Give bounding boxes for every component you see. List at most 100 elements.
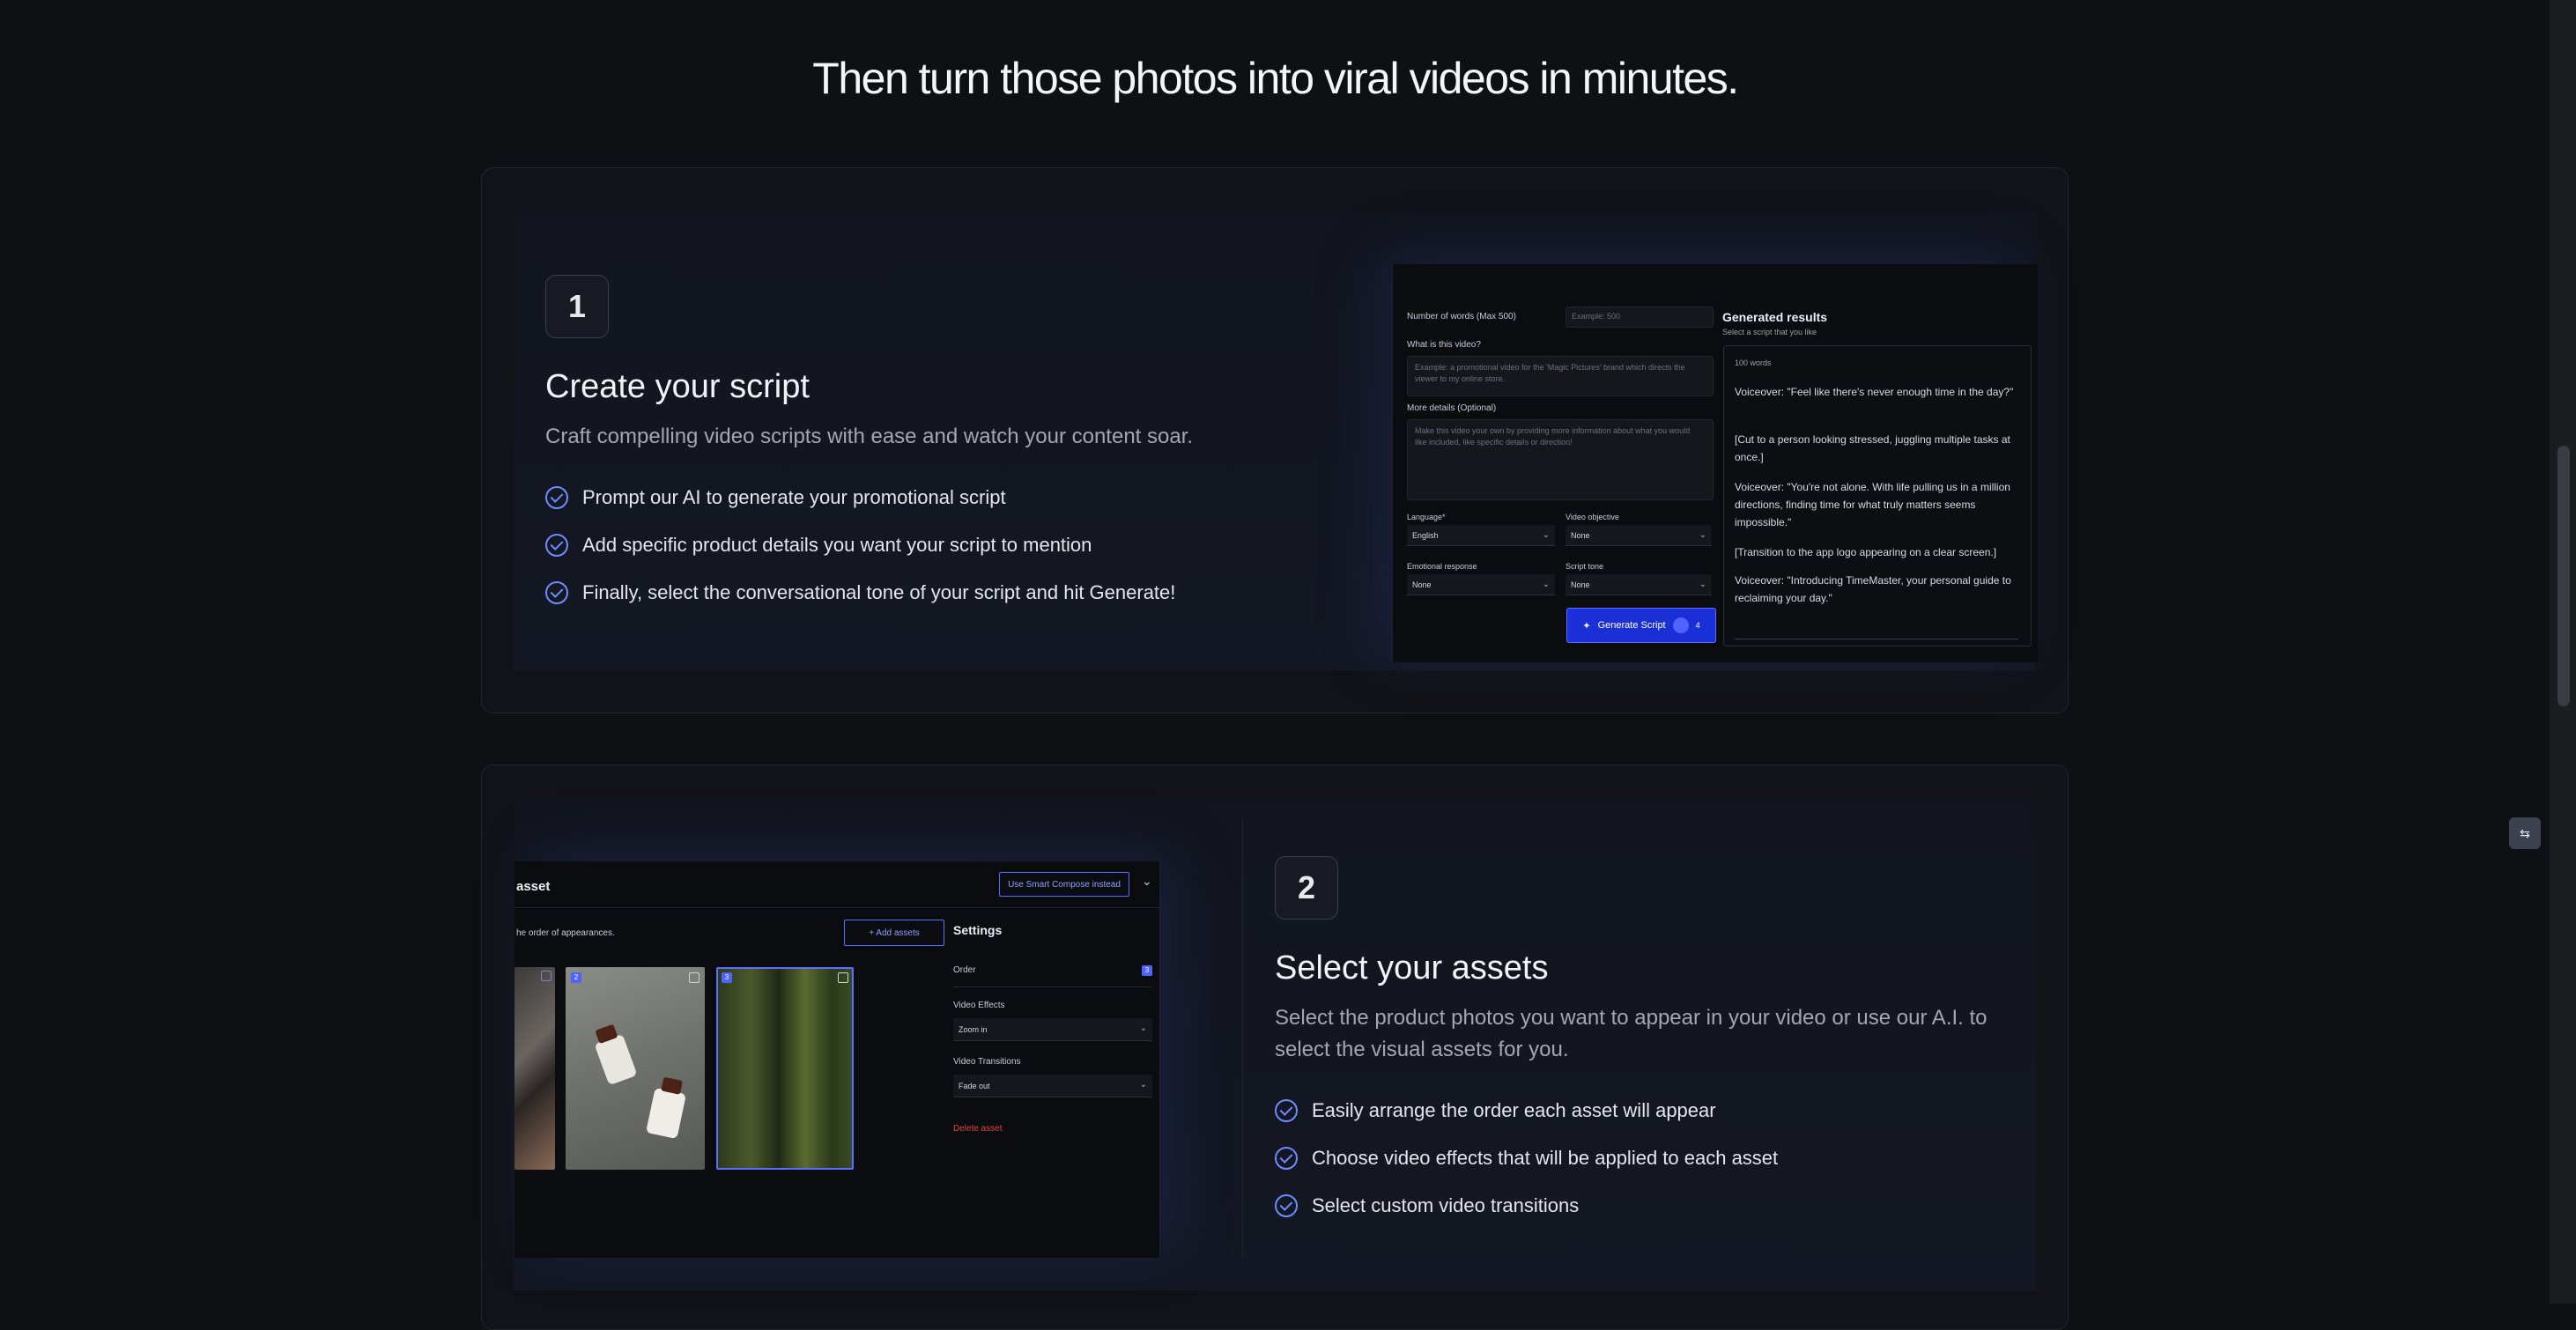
list-item-label: Easily arrange the order each asset will…	[1312, 1099, 1716, 1121]
asset-thumbnail-selected: 3	[716, 967, 854, 1170]
bottle-image	[645, 1076, 687, 1140]
language-label: Language*	[1407, 513, 1446, 521]
checkbox-icon	[838, 972, 848, 983]
chevron-down-icon: ⌄	[1699, 580, 1706, 589]
transitions-value: Fade out	[959, 1081, 990, 1090]
transitions-select: Fade out ⌄	[953, 1075, 1152, 1097]
step-number-badge: 1	[545, 275, 609, 338]
asset-order-number: 2	[571, 972, 581, 983]
result-paragraph: Voiceover: "You're not alone. With life …	[1735, 481, 2010, 528]
order-value: 3	[1142, 965, 1152, 976]
sparkle-icon: ✦	[1582, 620, 1591, 632]
tone-value: None	[1571, 580, 1590, 589]
list-item-label: Choose video effects that will be applie…	[1312, 1147, 1779, 1169]
objective-label: Video objective	[1566, 513, 1619, 521]
tone-select: None ⌄	[1566, 574, 1712, 595]
order-hint: he order of appearances.	[516, 928, 615, 938]
step-description: Select the product photos you want to ap…	[1275, 1006, 1988, 1061]
generate-count: 4	[1695, 621, 1700, 630]
list-item: Select custom video transitions	[1275, 1182, 1778, 1230]
check-circle-icon	[545, 486, 568, 509]
result-paragraph: [Cut to a person looking stressed, juggl…	[1735, 433, 2010, 463]
words-placeholder: Example: 500	[1572, 312, 1621, 321]
results-count: 100 words	[1735, 358, 1772, 367]
check-circle-icon	[1275, 1194, 1298, 1217]
asset-order-number: 3	[722, 972, 732, 983]
asset-thumbnail	[514, 967, 555, 1170]
collapse-arrows-icon: ⇆	[2520, 825, 2530, 840]
emotional-select: None ⌄	[1407, 574, 1555, 595]
divider	[514, 907, 1159, 908]
list-item-label: Prompt our AI to generate your promotion…	[582, 486, 1006, 508]
result-paragraph: [Transition to the app logo appearing on…	[1735, 546, 1997, 558]
checkbox-icon	[541, 971, 551, 981]
asset-title: asset	[516, 879, 551, 894]
step-title: Select your assets	[1275, 949, 1549, 986]
section-headline: Then turn those photos into viral videos…	[812, 54, 1739, 103]
step-description: Craft compelling video scripts with ease…	[545, 425, 1194, 448]
results-title: Generated results	[1722, 310, 1828, 324]
list-item: Finally, select the conversational tone …	[545, 569, 1175, 617]
feature-list: Easily arrange the order each asset will…	[1275, 1087, 1778, 1230]
script-editor-screenshot: Number of words (Max 500) Example: 500 W…	[1392, 264, 2038, 662]
results-subtitle: Select a script that you like	[1722, 328, 1817, 336]
check-circle-icon	[545, 581, 568, 604]
asset-thumbnail: 2	[566, 967, 705, 1170]
effects-label: Video Effects	[953, 1001, 1005, 1010]
details-placeholder: Make this video your own by providing mo…	[1415, 426, 1691, 447]
order-label: Order	[953, 965, 976, 975]
chevron-down-icon: ⌄	[1542, 580, 1550, 589]
effects-select: Zoom in ⌄	[953, 1018, 1152, 1041]
chevron-down-icon: ⌄	[1542, 530, 1550, 540]
list-item: Prompt our AI to generate your promotion…	[545, 474, 1175, 521]
feature-list: Prompt our AI to generate your promotion…	[545, 474, 1175, 617]
check-circle-icon	[545, 534, 568, 557]
smart-compose-button: Use Smart Compose instead	[999, 872, 1129, 897]
details-field: Make this video your own by providing mo…	[1407, 419, 1714, 500]
step-number-badge: 2	[1275, 856, 1338, 920]
chevron-down-icon: ⌄	[1142, 874, 1152, 888]
effects-value: Zoom in	[959, 1024, 988, 1034]
collapse-widget-button[interactable]: ⇆	[2509, 817, 2541, 849]
list-item-label: Select custom video transitions	[1312, 1194, 1580, 1216]
bottle-image	[594, 1023, 638, 1086]
scrollbar-thumb[interactable]	[2557, 446, 2570, 706]
asset-editor-screenshot: asset Use Smart Compose instead ⌄ he ord…	[514, 861, 1160, 1258]
list-item: Add specific product details you want yo…	[545, 521, 1175, 569]
generate-label: Generate Script	[1597, 620, 1666, 631]
list-item-label: Finally, select the conversational tone …	[582, 581, 1176, 603]
scrollbar-track[interactable]	[2550, 0, 2576, 1304]
checkbox-icon	[689, 972, 700, 983]
chevron-down-icon: ⌄	[1139, 1080, 1147, 1090]
what-placeholder: Example: a promotional video for the 'Ma…	[1415, 363, 1685, 383]
emotional-value: None	[1412, 580, 1432, 589]
list-item: Easily arrange the order each asset will…	[1275, 1087, 1778, 1134]
section-divider	[1242, 817, 1243, 1258]
chevron-down-icon: ⌄	[1139, 1023, 1147, 1033]
chevron-down-icon: ⌄	[1699, 530, 1706, 540]
list-item-label: Add specific product details you want yo…	[582, 534, 1092, 556]
check-circle-icon	[1275, 1099, 1298, 1122]
objective-value: None	[1571, 530, 1590, 540]
objective-select: None ⌄	[1566, 525, 1712, 546]
details-label: More details (Optional)	[1407, 403, 1497, 413]
settings-title: Settings	[953, 923, 1003, 937]
result-paragraph: Voiceover: "Feel like there's never enou…	[1735, 386, 2014, 398]
result-paragraph: Voiceover: "Introducing TimeMaster, your…	[1735, 574, 2011, 604]
words-field: Example: 500	[1566, 307, 1714, 328]
emotional-label: Emotional response	[1407, 562, 1477, 571]
what-label: What is this video?	[1407, 340, 1481, 350]
divider	[953, 986, 1152, 987]
add-assets-button: + Add assets	[844, 920, 944, 946]
list-item: Choose video effects that will be applie…	[1275, 1134, 1778, 1182]
delete-asset-link: Delete asset	[953, 1124, 1003, 1134]
what-field: Example: a promotional video for the 'Ma…	[1407, 356, 1714, 396]
credit-coin-icon	[1672, 617, 1689, 633]
step-title: Create your script	[545, 368, 810, 405]
language-select: English ⌄	[1407, 525, 1555, 546]
transitions-label: Video Transitions	[953, 1057, 1021, 1067]
words-label: Number of words (Max 500)	[1407, 312, 1516, 321]
results-box: 100 words Voiceover: "Feel like there's …	[1723, 345, 2032, 647]
tone-label: Script tone	[1566, 562, 1604, 571]
language-value: English	[1412, 530, 1439, 540]
